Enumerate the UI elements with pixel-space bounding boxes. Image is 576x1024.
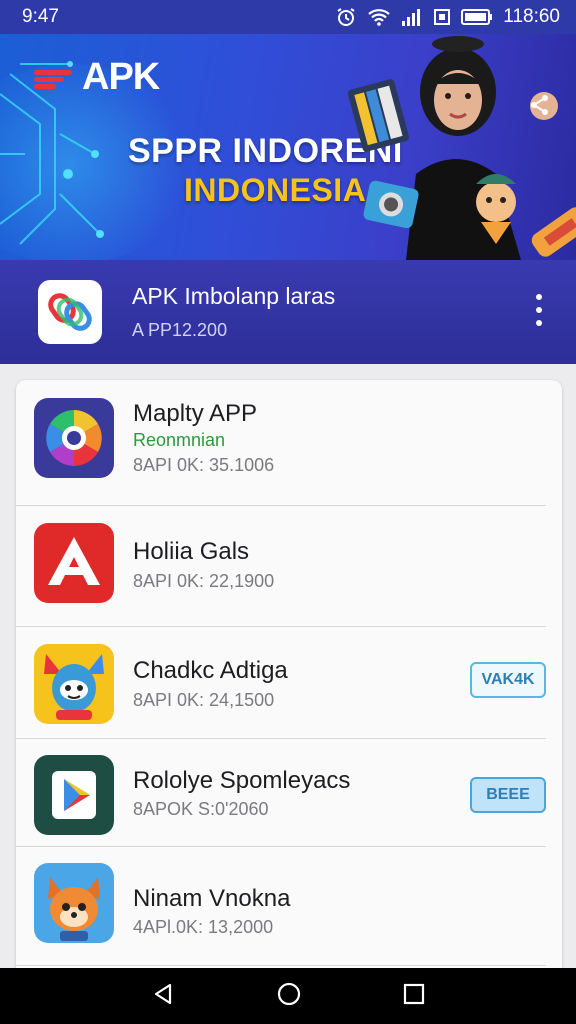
color-wheel-app-icon bbox=[34, 398, 114, 478]
app-meta: 8API 0K: 35.1006 bbox=[133, 455, 275, 475]
status-icons: 118:60 bbox=[335, 6, 560, 28]
more-options-icon[interactable] bbox=[534, 294, 544, 326]
back-icon[interactable] bbox=[151, 982, 175, 1011]
status-time: 9:47 bbox=[22, 6, 59, 27]
list-item[interactable]: Maplty APP Reonmnian 8API 0K: 35.1006 bbox=[16, 380, 562, 506]
play-store-app-icon bbox=[34, 755, 114, 835]
share-icon[interactable] bbox=[530, 94, 550, 121]
app-name: Chadkc Adtiga bbox=[133, 657, 288, 684]
banner-illustration bbox=[347, 36, 576, 260]
list-item[interactable]: Chadkc Adtiga 8API 0K: 24,1500 VAK4K bbox=[16, 627, 562, 739]
list-item[interactable]: Holiia Gals 8API 0K: 22,1900 bbox=[16, 506, 562, 627]
list-item[interactable]: Ninam Vnokna 4APl.0K: 13,2000 bbox=[16, 847, 562, 980]
status-clock: 118:60 bbox=[503, 6, 560, 27]
banner-subtitle: INDONESIA bbox=[184, 172, 367, 208]
app-name: Holiia Gals bbox=[133, 538, 250, 565]
app-action-button[interactable]: BEEE bbox=[470, 777, 546, 813]
app-meta: 8API 0K: 22,1900 bbox=[133, 571, 275, 591]
status-bar: 9:47 118:60 bbox=[0, 0, 576, 34]
fox-app-icon bbox=[34, 863, 114, 943]
featured-app[interactable]: APK Imbolanp laras A PP12.200 bbox=[0, 260, 576, 364]
battery-icon bbox=[461, 8, 493, 26]
app-meta: 8APOK S:0'2060 bbox=[133, 799, 269, 819]
app-list: Maplty APP Reonmnian 8API 0K: 35.1006 Ho… bbox=[16, 380, 562, 980]
cartoon-character-app-icon bbox=[34, 644, 114, 724]
app-name: Rololye Spomleyacs bbox=[133, 767, 351, 794]
featured-app-title: APK Imbolanp laras bbox=[132, 283, 336, 309]
home-icon[interactable] bbox=[276, 981, 302, 1012]
app-name: Maplty APP bbox=[133, 400, 258, 427]
apk-logo: APK bbox=[34, 56, 160, 99]
featured-app-subtitle: A PP12.200 bbox=[132, 320, 228, 340]
chain-link-icon bbox=[38, 280, 102, 344]
app-meta: 8API 0K: 24,1500 bbox=[133, 690, 275, 710]
signal-icon bbox=[401, 8, 423, 26]
letter-a-app-icon bbox=[34, 523, 114, 603]
app-action-button[interactable]: VAK4K bbox=[470, 662, 546, 698]
app-meta: 4APl.0K: 13,2000 bbox=[133, 917, 274, 937]
promo-banner[interactable]: APK SPPR INDORENI INDONESIA bbox=[0, 34, 576, 260]
navigation-bar bbox=[0, 968, 576, 1024]
alarm-icon bbox=[335, 7, 357, 27]
list-item[interactable]: Rololye Spomleyacs 8APOK S:0'2060 BEEE bbox=[16, 739, 562, 847]
recents-icon[interactable] bbox=[403, 983, 425, 1010]
app-name: Ninam Vnokna bbox=[133, 885, 291, 912]
app-tag: Reonmnian bbox=[133, 430, 226, 450]
sim-icon bbox=[433, 8, 451, 26]
wifi-icon bbox=[367, 8, 391, 26]
logo-speed-icon bbox=[34, 66, 74, 90]
